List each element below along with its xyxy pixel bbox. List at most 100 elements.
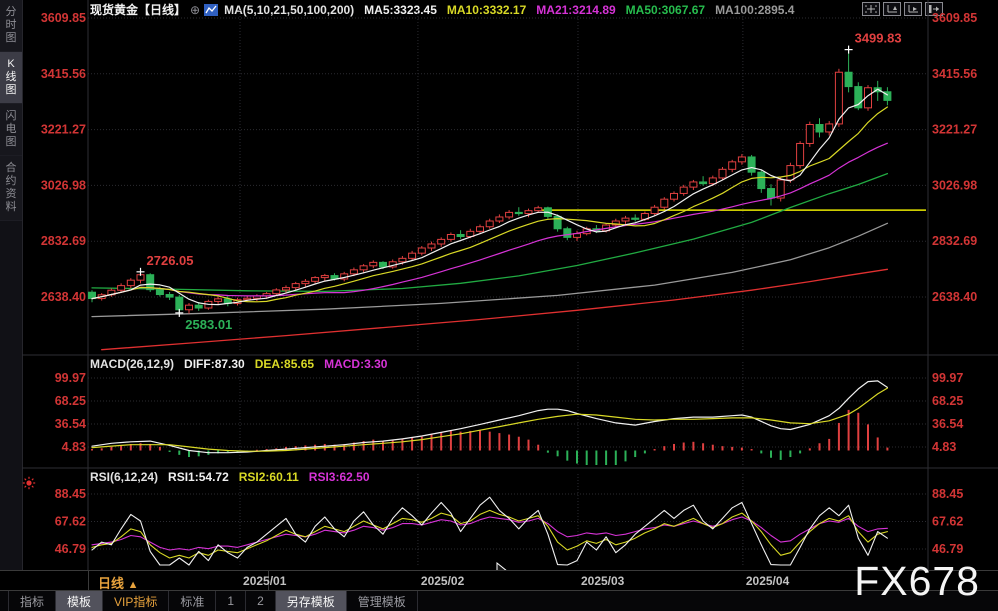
candle[interactable] [428, 244, 435, 248]
candle[interactable] [826, 124, 833, 132]
toolbar-tab-7[interactable]: 管理模板 [347, 591, 418, 611]
rsi-header: RSI(6,12,24)RSI1:54.72RSI2:60.11RSI3:62.… [90, 470, 380, 484]
candle[interactable] [302, 281, 309, 283]
indicator-value: RSI1:54.72 [168, 470, 229, 484]
candle[interactable] [457, 235, 464, 237]
y-axis-tick: 2832.69 [41, 234, 86, 248]
candle[interactable] [273, 290, 280, 294]
y-axis-tick: 3415.56 [932, 67, 977, 81]
candle[interactable] [535, 208, 542, 211]
candle[interactable] [515, 212, 522, 213]
candle[interactable] [671, 193, 678, 199]
candle[interactable] [506, 212, 513, 217]
candle[interactable] [690, 182, 697, 187]
candle[interactable] [680, 187, 687, 193]
y-axis-tick: 99.97 [55, 371, 86, 385]
candle[interactable] [283, 288, 290, 290]
candle[interactable] [399, 258, 406, 261]
candle[interactable] [719, 169, 726, 178]
candle[interactable] [564, 229, 571, 238]
candle[interactable] [758, 172, 765, 188]
x-axis-row: 日线 ▲ 2025/012025/022025/032025/04 [0, 570, 998, 591]
y-axis-tick: 2638.40 [932, 290, 977, 304]
period-arrow-icon: ▲ [128, 579, 139, 591]
candle[interactable] [709, 178, 716, 184]
price-annotation: 2583.01 [185, 317, 232, 332]
y-axis-tick: 4.83 [62, 440, 86, 454]
candle[interactable] [350, 270, 357, 274]
fx678-watermark: FX678 [854, 558, 980, 605]
candle[interactable] [748, 157, 755, 172]
price-annotation: 2726.05 [147, 253, 194, 268]
candle[interactable] [418, 248, 425, 253]
indicator-value: RSI3:62.50 [309, 470, 370, 484]
candle[interactable] [632, 218, 639, 219]
indicator-dot-icon[interactable] [26, 480, 31, 485]
candle[interactable] [622, 218, 629, 221]
candle[interactable] [370, 262, 377, 265]
y-axis-tick: 68.25 [932, 394, 963, 408]
candle[interactable] [118, 286, 125, 291]
y-axis-tick: 2832.69 [932, 234, 977, 248]
candle[interactable] [816, 125, 823, 132]
indicator-value: RSI(6,12,24) [90, 470, 158, 484]
candle[interactable] [787, 166, 794, 180]
candle[interactable] [447, 235, 454, 240]
candle[interactable] [477, 227, 484, 232]
candle[interactable] [292, 284, 299, 288]
ma200-line [102, 269, 888, 349]
candle[interactable] [806, 125, 813, 144]
candle[interactable] [195, 305, 202, 308]
candle[interactable] [438, 239, 445, 244]
y-axis-tick: 67.62 [932, 515, 963, 529]
toolbar-tab-0[interactable]: 指标 [8, 591, 56, 611]
y-axis-tick: 67.62 [55, 515, 86, 529]
toolbar-tab-6[interactable]: 另存模板 [276, 591, 347, 611]
candle[interactable] [360, 266, 367, 270]
x-axis-label: 2025/01 [243, 574, 286, 588]
y-axis-tick: 36.54 [932, 417, 963, 431]
candle[interactable] [380, 262, 387, 267]
candle[interactable] [215, 299, 222, 302]
y-axis-tick: 3026.98 [932, 178, 977, 192]
candle[interactable] [127, 280, 134, 285]
y-axis-tick: 99.97 [932, 371, 963, 385]
candle[interactable] [312, 278, 319, 282]
x-axis-label: 2025/03 [581, 574, 624, 588]
candle[interactable] [651, 207, 658, 213]
candle[interactable] [845, 72, 852, 86]
candle[interactable] [768, 189, 775, 198]
candle[interactable] [156, 290, 163, 295]
candle[interactable] [738, 157, 745, 162]
candle[interactable] [176, 297, 183, 310]
candle[interactable] [166, 295, 173, 298]
toolbar-tab-4[interactable]: 1 [216, 591, 246, 611]
chart-canvas[interactable]: 2726.052583.013499.833609.853609.853415.… [0, 0, 998, 611]
bottom-toolbar: 指标模板VIP指标标准12另存模板管理模板 [0, 591, 998, 611]
candle[interactable] [797, 143, 804, 165]
toolbar-tab-1[interactable]: 模板 [56, 591, 103, 611]
y-axis-tick: 46.79 [932, 542, 963, 556]
y-axis-tick: 46.79 [55, 542, 86, 556]
y-axis-tick: 3609.85 [932, 11, 977, 25]
toolbar-tab-2[interactable]: VIP指标 [103, 591, 169, 611]
period-selector[interactable]: 日线 ▲ [98, 573, 139, 592]
macd-header: MACD(26,12,9)DIFF:87.30DEA:85.65MACD:3.3… [90, 357, 397, 371]
y-axis-tick: 88.45 [932, 487, 963, 501]
y-axis-tick: 88.45 [55, 487, 86, 501]
toolbar-tab-3[interactable]: 标准 [169, 591, 216, 611]
y-axis-tick: 3221.27 [932, 123, 977, 137]
axis-cell-divider [88, 571, 89, 591]
candle[interactable] [186, 305, 193, 310]
candle[interactable] [496, 217, 503, 221]
candle[interactable] [525, 211, 532, 214]
candle[interactable] [700, 182, 707, 184]
candle[interactable] [321, 276, 328, 278]
toolbar-tab-5[interactable]: 2 [246, 591, 276, 611]
candle[interactable] [729, 162, 736, 169]
period-label: 日线 [98, 576, 124, 591]
candle[interactable] [409, 253, 416, 258]
candle[interactable] [486, 221, 493, 227]
indicator-value: MACD:3.30 [324, 357, 387, 371]
candle[interactable] [661, 199, 668, 207]
